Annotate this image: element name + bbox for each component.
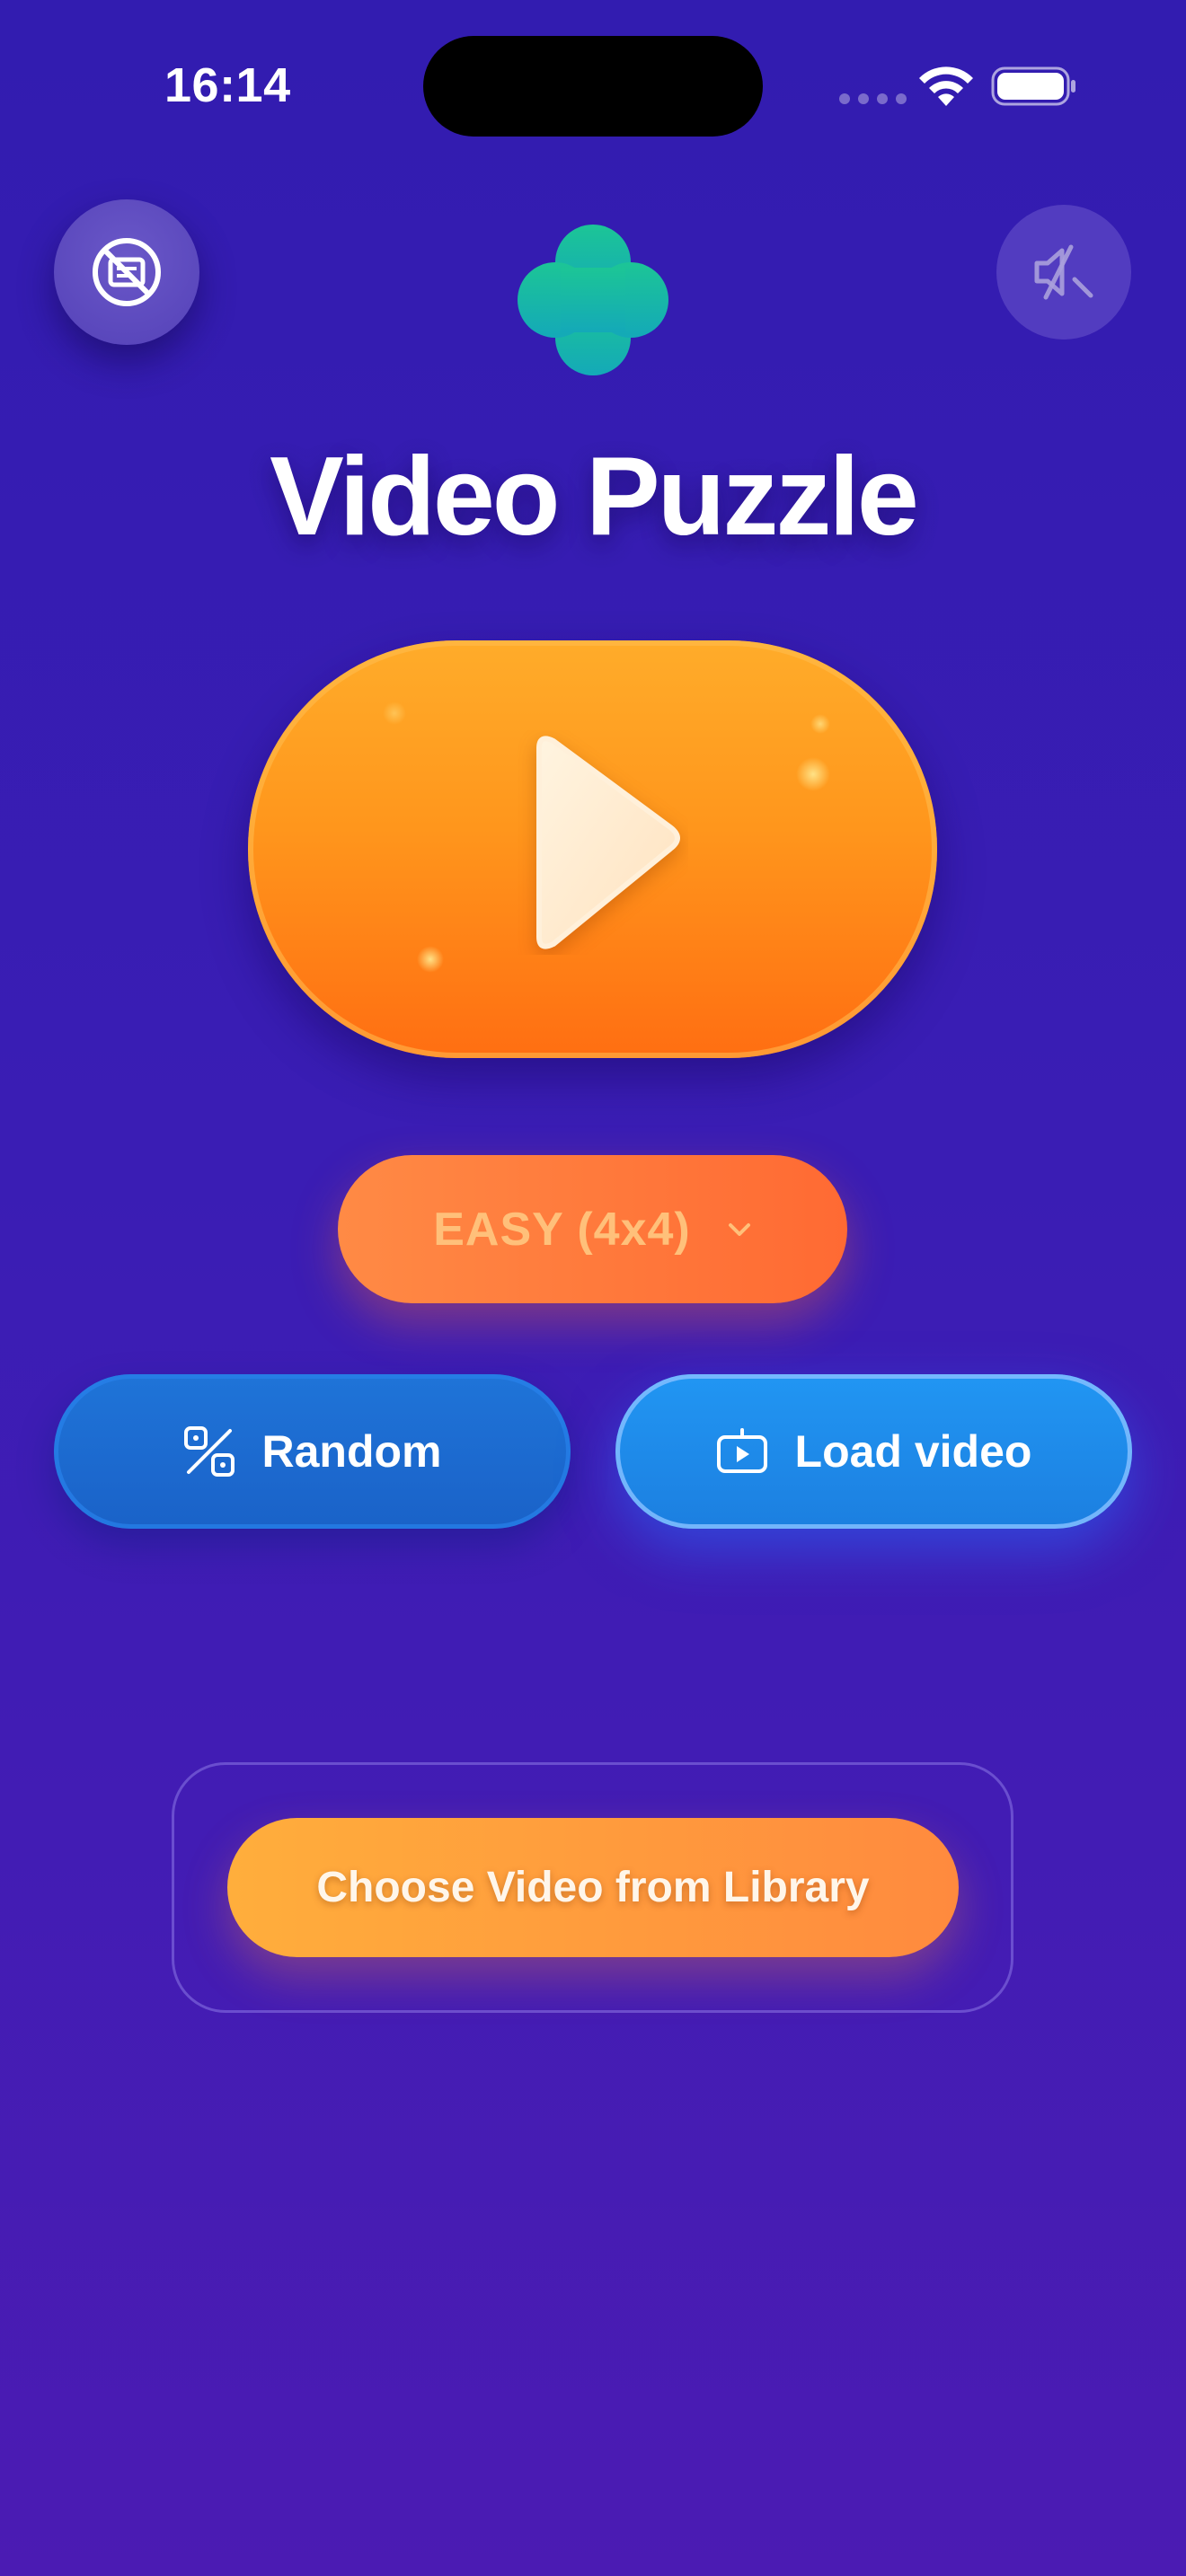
choose-from-library-button[interactable]: Choose Video from Library — [227, 1818, 959, 1957]
app-title: Video Puzzle — [270, 435, 919, 559]
dynamic-island — [423, 36, 763, 137]
difficulty-label: EASY (4x4) — [433, 1203, 691, 1256]
dice-icon — [183, 1426, 235, 1477]
load-video-button[interactable]: Load video — [615, 1374, 1132, 1529]
chevron-down-icon — [728, 1222, 750, 1236]
subtitles-off-icon — [93, 238, 161, 306]
sound-toggle-button[interactable] — [996, 205, 1131, 340]
play-button[interactable] — [248, 640, 937, 1058]
status-time: 16:14 — [164, 58, 291, 112]
subtitles-toggle-button[interactable] — [54, 199, 199, 345]
choose-from-library-label: Choose Video from Library — [316, 1864, 870, 1911]
battery-icon — [991, 66, 1075, 106]
load-video-button-label: Load video — [794, 1426, 1032, 1477]
random-button-label: Random — [261, 1426, 442, 1477]
play-icon — [536, 736, 680, 949]
tv-play-icon — [716, 1428, 767, 1473]
speaker-muted-icon — [1034, 244, 1093, 300]
clover-icon — [518, 225, 668, 375]
random-button[interactable]: Random — [54, 1374, 571, 1529]
cellular-signal-icon — [839, 93, 907, 104]
difficulty-select[interactable]: EASY (4x4) — [338, 1155, 847, 1303]
wifi-icon — [919, 66, 973, 106]
